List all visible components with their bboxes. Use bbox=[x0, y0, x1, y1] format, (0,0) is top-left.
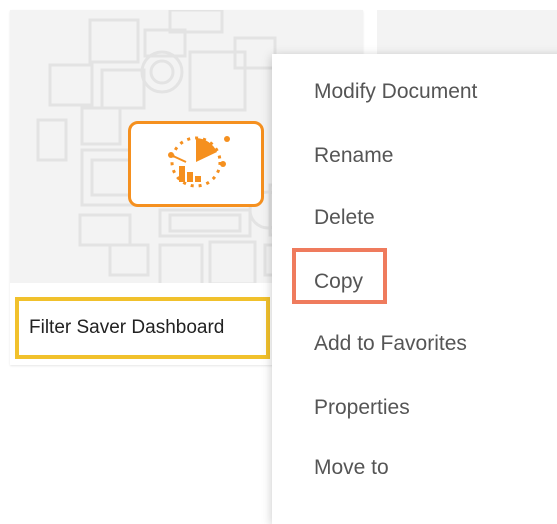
menu-item-move-to[interactable]: Move to bbox=[314, 454, 389, 482]
menu-item-modify-document[interactable]: Modify Document bbox=[314, 78, 477, 106]
menu-item-properties[interactable]: Properties bbox=[314, 394, 410, 422]
menu-item-rename[interactable]: Rename bbox=[314, 142, 393, 170]
menu-item-add-to-favorites[interactable]: Add to Favorites bbox=[314, 330, 467, 358]
context-menu: Modify Document Rename Delete Copy Add t… bbox=[272, 54, 557, 524]
dashboard-chart-icon bbox=[128, 121, 264, 207]
copy-highlight-box bbox=[292, 248, 387, 304]
menu-item-delete[interactable]: Delete bbox=[314, 204, 375, 232]
document-title[interactable]: Filter Saver Dashboard bbox=[15, 297, 270, 359]
